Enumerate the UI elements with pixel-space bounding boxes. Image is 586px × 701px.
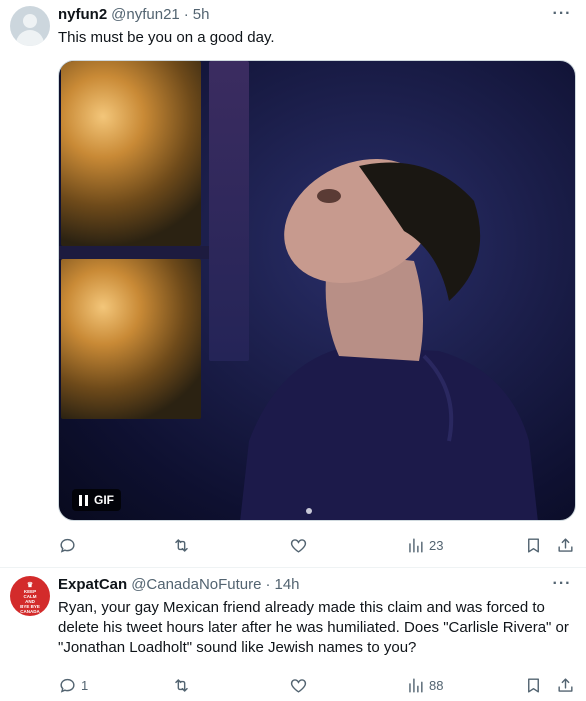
share-button[interactable] xyxy=(556,675,575,695)
display-name[interactable]: nyfun2 xyxy=(58,6,107,23)
views-count: 23 xyxy=(429,537,444,553)
views-count: 88 xyxy=(429,677,444,693)
crown-icon: ♛ xyxy=(26,582,34,589)
tweet-text: Ryan, your gay Mexican friend already ma… xyxy=(58,599,569,656)
reply-count: 1 xyxy=(81,677,89,693)
tweet-text: This must be you on a good day. xyxy=(58,29,275,46)
default-avatar-body xyxy=(16,30,44,46)
reply-icon xyxy=(60,678,75,693)
bookmark-button[interactable] xyxy=(524,675,543,695)
views-button[interactable]: 23 xyxy=(406,535,443,555)
display-name[interactable]: ExpatCan xyxy=(58,576,127,593)
tweet-actions: 1 88 xyxy=(58,675,578,695)
gif-label: GIF xyxy=(94,493,114,507)
heart-icon xyxy=(290,678,307,693)
share-button[interactable] xyxy=(556,535,575,555)
more-horizontal-icon[interactable]: ··· xyxy=(552,576,572,594)
retweet-icon xyxy=(175,538,188,552)
default-avatar-head xyxy=(23,14,37,28)
views-button[interactable]: 88 xyxy=(406,675,443,695)
views-icon xyxy=(409,537,423,553)
user-handle[interactable]: @nyfun21 xyxy=(111,6,180,23)
separator: · xyxy=(265,576,271,593)
person-image xyxy=(240,158,538,520)
timestamp[interactable]: 14h xyxy=(275,576,300,593)
pause-icon[interactable] xyxy=(79,494,88,506)
retweet-button[interactable] xyxy=(172,535,195,555)
separator: · xyxy=(183,6,189,23)
share-icon xyxy=(558,677,573,692)
more-horizontal-icon[interactable]: ··· xyxy=(552,6,572,24)
gif-badge[interactable]: GIF xyxy=(72,489,121,511)
avatar[interactable] xyxy=(10,6,50,46)
keep-calm-logo: ♛ KEEP CALM AND BYE BYE CANADA xyxy=(10,576,50,616)
like-button[interactable] xyxy=(289,675,312,695)
background-frame xyxy=(59,246,209,259)
background-light-panel xyxy=(61,61,201,246)
share-icon xyxy=(558,537,573,552)
reply-button[interactable]: 1 xyxy=(58,675,88,695)
reply-icon xyxy=(60,538,75,553)
retweet-button[interactable] xyxy=(172,675,195,695)
bookmark-icon xyxy=(528,677,539,693)
views-icon xyxy=(409,677,423,693)
user-handle[interactable]: @CanadaNoFuture xyxy=(131,576,261,593)
heart-icon xyxy=(290,538,307,553)
background-light-panel xyxy=(61,259,201,419)
avatar[interactable]: ♛ KEEP CALM AND BYE BYE CANADA xyxy=(10,576,50,616)
gif-media[interactable]: GIF xyxy=(58,60,576,521)
tweet-actions: 23 xyxy=(58,535,578,555)
reply-button[interactable] xyxy=(58,535,81,555)
bookmark-icon xyxy=(528,537,539,553)
like-button[interactable] xyxy=(289,535,312,555)
tweet-header: nyfun2 @nyfun21 · 5h xyxy=(58,6,209,26)
tweet[interactable]: nyfun2 @nyfun21 · 5h ··· This must be yo… xyxy=(0,0,586,568)
tweet-header: ExpatCan @CanadaNoFuture · 14h xyxy=(58,576,300,596)
bookmark-button[interactable] xyxy=(524,535,543,555)
retweet-icon xyxy=(175,678,188,692)
timestamp[interactable]: 5h xyxy=(193,6,210,23)
